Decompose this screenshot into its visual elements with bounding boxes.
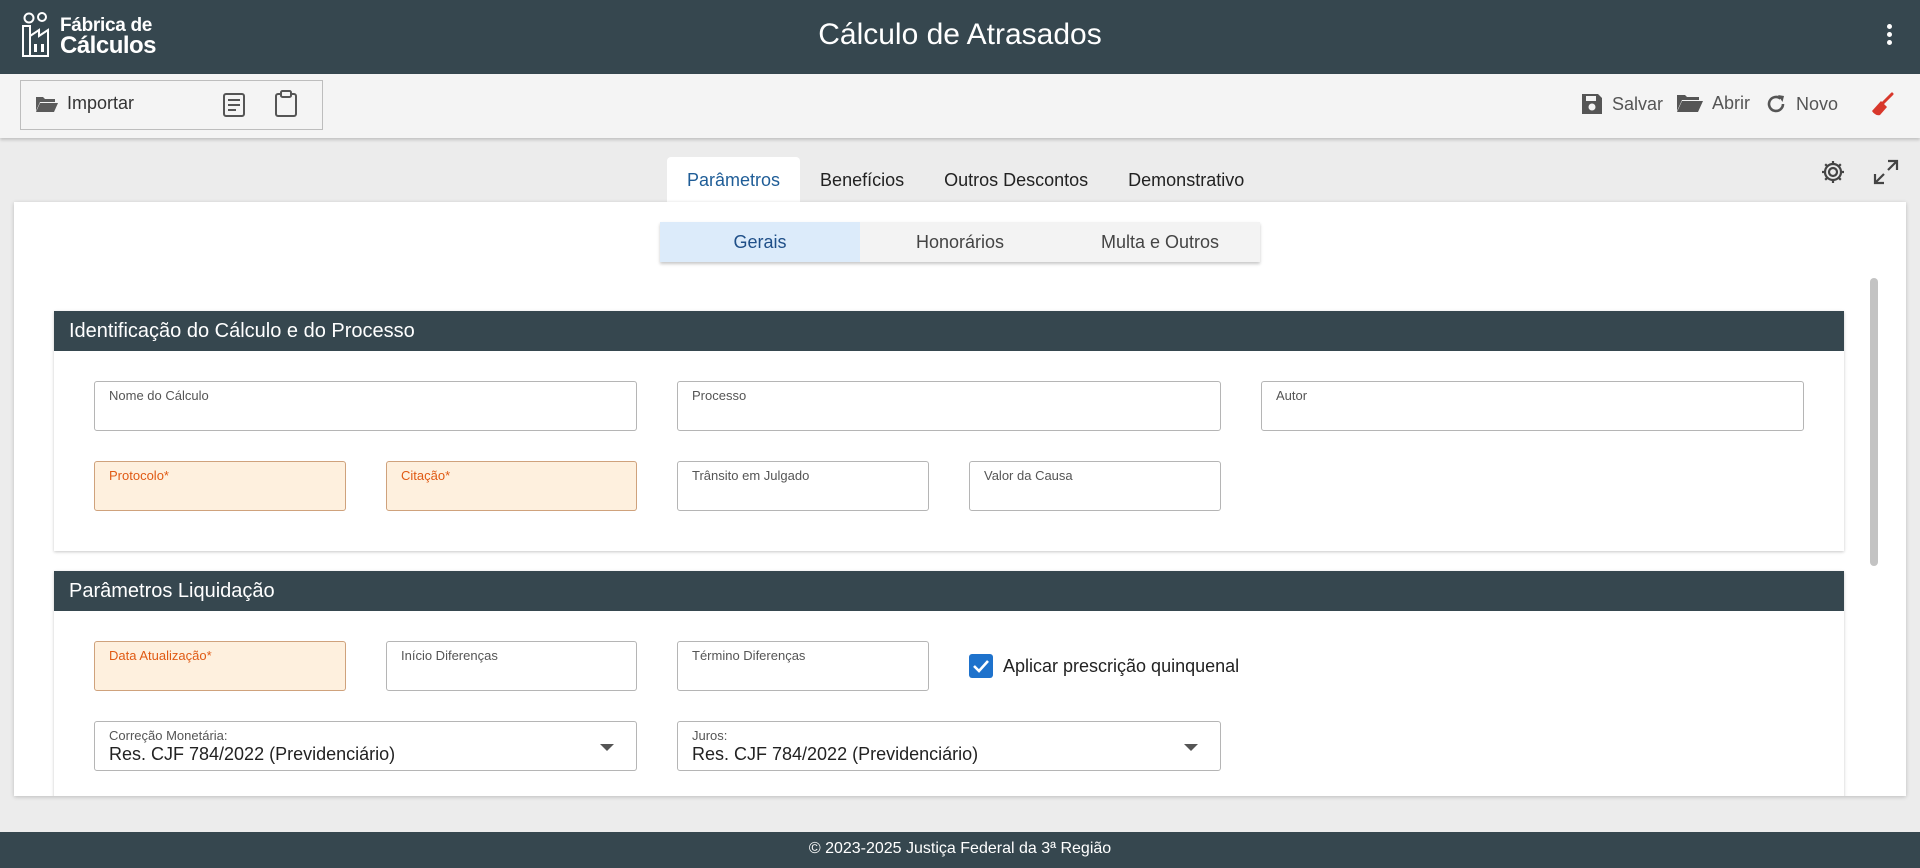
copyright-text: © 2023-2025 Justiça Federal da 3ª Região [808, 840, 1112, 857]
field-label: Nome do Cálculo [109, 388, 209, 403]
subtab-honorarios[interactable]: Honorários [860, 222, 1060, 262]
app-header: Fábrica de Cálculos Cálculo de Atrasados [0, 0, 1920, 74]
content-panel: Gerais Honorários Multa e Outros Identif… [14, 202, 1906, 796]
chevron-down-icon [1184, 744, 1198, 751]
fullscreen-icon[interactable] [1873, 159, 1899, 190]
correcao-monetaria-select[interactable]: Correção Monetária: Res. CJF 784/2022 (P… [94, 721, 637, 771]
tab-demonstrativo[interactable]: Demonstrativo [1108, 157, 1264, 203]
new-label: Novo [1796, 93, 1839, 114]
folder-open-icon [1677, 95, 1703, 112]
field-label: Processo [692, 388, 747, 403]
import-group: Importar [20, 80, 323, 130]
sub-tabs: Gerais Honorários Multa e Outros [660, 222, 1260, 262]
subtab-gerais[interactable]: Gerais [660, 222, 860, 262]
select-value: Res. CJF 784/2022 (Previdenciário) [109, 744, 396, 764]
subtab-multa-outros[interactable]: Multa e Outros [1060, 222, 1260, 262]
transito-julgado-field[interactable]: Trânsito em Julgado [677, 461, 929, 511]
text-file-icon[interactable] [222, 92, 246, 123]
checkbox-checked-icon [969, 654, 993, 678]
section-title: Parâmetros Liquidação [54, 571, 1844, 611]
field-label: Término Diferenças [692, 648, 806, 663]
field-label: Autor [1276, 388, 1308, 403]
prescricao-checkbox[interactable]: Aplicar prescrição quinquenal [969, 654, 1239, 678]
open-button[interactable]: Abrir [1676, 92, 1750, 114]
more-menu-icon[interactable] [1884, 24, 1894, 50]
juros-select[interactable]: Juros: Res. CJF 784/2022 (Previdenciário… [677, 721, 1221, 771]
citacao-field[interactable]: Citação* [386, 461, 637, 511]
import-button[interactable]: Importar [35, 93, 134, 114]
valor-causa-field[interactable]: Valor da Causa [969, 461, 1221, 511]
new-button[interactable]: Novo [1764, 92, 1838, 116]
folder-open-icon [36, 96, 58, 112]
termino-diferencas-field[interactable]: Término Diferenças [677, 641, 929, 691]
nome-calculo-field[interactable]: Nome do Cálculo [94, 381, 637, 431]
page-title: Cálculo de Atrasados [818, 18, 1102, 51]
save-button[interactable]: Salvar [1580, 92, 1663, 116]
processo-field[interactable]: Processo [677, 381, 1221, 431]
field-label: Início Diferenças [401, 648, 498, 663]
field-label: Citação* [401, 468, 451, 483]
toolbar: Importar Salvar Abrir Novo [0, 74, 1920, 138]
autor-field[interactable]: Autor [1261, 381, 1804, 431]
save-icon [1582, 94, 1602, 114]
chevron-down-icon [600, 744, 614, 751]
gear-icon[interactable] [1820, 159, 1846, 190]
save-label: Salvar [1612, 93, 1664, 114]
tab-parametros[interactable]: Parâmetros [667, 157, 801, 203]
section-title: Identificação do Cálculo e do Processo [54, 311, 1844, 351]
open-label: Abrir [1712, 92, 1751, 113]
import-label: Importar [67, 93, 135, 113]
section-identificacao: Identificação do Cálculo e do Processo N… [54, 311, 1844, 551]
field-label: Valor da Causa [984, 468, 1073, 483]
refresh-icon [1767, 95, 1785, 113]
field-label: Protocolo* [109, 468, 169, 483]
field-label: Trânsito em Julgado [692, 468, 810, 483]
main-tabs: Parâmetros Benefícios Outros Descontos D… [667, 157, 1264, 203]
inicio-diferencas-field[interactable]: Início Diferenças [386, 641, 637, 691]
field-label: Correção Monetária: [109, 728, 228, 743]
field-label: Data Atualização* [109, 648, 212, 663]
clipboard-icon[interactable] [274, 90, 298, 123]
section-parametros-liquidacao: Parâmetros Liquidação Data Atualização* … [54, 571, 1844, 796]
tab-beneficios[interactable]: Benefícios [800, 157, 924, 203]
tab-outros-descontos[interactable]: Outros Descontos [924, 157, 1108, 203]
field-label: Juros: [692, 728, 728, 743]
scrollbar-thumb[interactable] [1870, 278, 1878, 566]
data-atualizacao-field[interactable]: Data Atualização* [94, 641, 346, 691]
select-value: Res. CJF 784/2022 (Previdenciário) [692, 744, 979, 764]
protocolo-field[interactable]: Protocolo* [94, 461, 346, 511]
clear-broom-icon[interactable] [1870, 92, 1896, 123]
footer: © 2023-2025 Justiça Federal da 3ª Região [0, 832, 1920, 868]
checkbox-label: Aplicar prescrição quinquenal [1003, 655, 1240, 676]
